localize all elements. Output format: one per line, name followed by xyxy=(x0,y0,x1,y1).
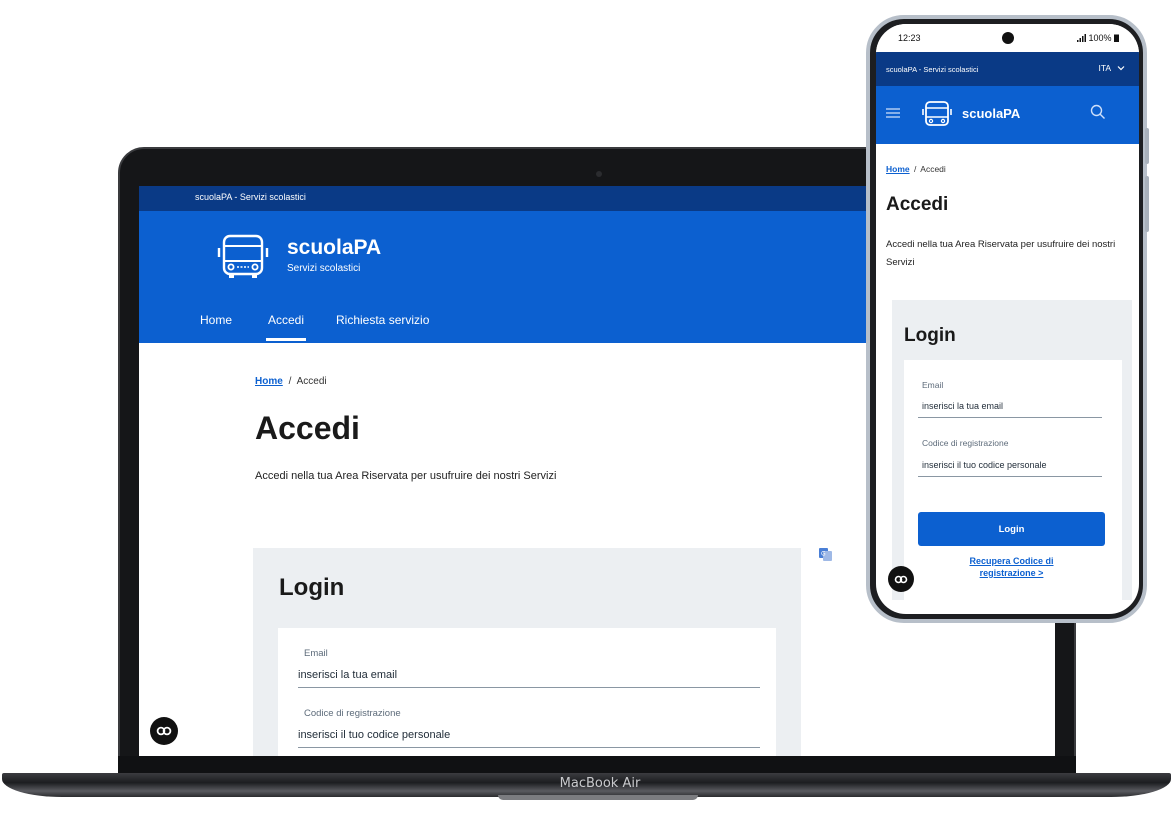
laptop-notch xyxy=(498,795,698,800)
phone-code-field[interactable]: inserisci il tuo codice personale xyxy=(918,455,1102,477)
login-card: Login Email inserisci la tua email Codic… xyxy=(253,548,801,756)
page-title: Accedi xyxy=(255,410,360,446)
accessibility-badge-icon[interactable] xyxy=(888,566,914,592)
phone-status-bar: 12:23 100% xyxy=(876,24,1139,52)
code-field[interactable]: inserisci il tuo codice personale xyxy=(298,724,760,748)
brand-title[interactable]: scuolaPA xyxy=(287,236,381,260)
login-title: Login xyxy=(279,574,345,601)
phone-breadcrumb-home-link[interactable]: Home xyxy=(886,164,910,174)
email-field[interactable]: inserisci la tua email xyxy=(298,664,760,688)
accessibility-badge-icon[interactable] xyxy=(150,717,178,745)
phone-site-header: scuolaPA xyxy=(876,86,1139,144)
login-form: Email inserisci la tua email Codice di r… xyxy=(278,628,776,756)
laptop-brand-label: MacBook Air xyxy=(559,776,641,791)
laptop-camera xyxy=(596,171,602,177)
phone-page-title: Accedi xyxy=(886,194,949,215)
phone-topbar-text: scuolaPA - Servizi scolastici xyxy=(886,65,979,74)
phone-breadcrumb: Home / Accedi xyxy=(886,164,946,174)
bus-logo-icon[interactable] xyxy=(217,233,269,279)
menu-icon[interactable] xyxy=(886,106,900,120)
status-battery: 100% xyxy=(1076,33,1119,43)
nav-item-home[interactable]: Home xyxy=(200,313,232,341)
phone-screen: 12:23 100% scuolaPA - Servizi scolastici… xyxy=(876,24,1139,614)
phone-email-label: Email xyxy=(922,380,944,390)
battery-percent: 100% xyxy=(1088,33,1112,43)
brand-subtitle: Servizi scolastici xyxy=(287,263,361,274)
phone-brand-title[interactable]: scuolaPA xyxy=(962,106,1020,121)
language-selector[interactable]: ITA xyxy=(1099,63,1126,73)
phone-site-topbar: scuolaPA - Servizi scolastici ITA xyxy=(876,52,1139,86)
phone-page-description: Accedi nella tua Area Riservata per usuf… xyxy=(886,239,1116,268)
signal-icon xyxy=(1076,34,1086,42)
phone-login-card: Login Email inserisci la tua email Codic… xyxy=(892,300,1132,600)
login-button[interactable]: Login xyxy=(918,512,1105,546)
email-label: Email xyxy=(304,648,328,659)
phone-email-field[interactable]: inserisci la tua email xyxy=(918,396,1102,418)
phone-login-title: Login xyxy=(904,325,956,346)
status-time: 12:23 xyxy=(898,33,921,43)
recover-code-link-line1: Recupera Codice di xyxy=(969,556,1054,566)
breadcrumb-current: Accedi xyxy=(296,376,327,387)
svg-text:G: G xyxy=(821,551,826,558)
phone-breadcrumb-current: Accedi xyxy=(920,164,946,174)
language-label: ITA xyxy=(1098,63,1111,73)
phone-breadcrumb-separator: / xyxy=(914,164,917,174)
battery-icon xyxy=(1114,34,1119,42)
search-icon[interactable] xyxy=(1090,104,1106,120)
recover-code-link-line2: registrazione > xyxy=(979,568,1044,578)
breadcrumb-home-link[interactable]: Home xyxy=(255,376,283,387)
phone-code-label: Codice di registrazione xyxy=(922,438,1009,448)
nav-item-richiesta-servizio[interactable]: Richiesta servizio xyxy=(336,313,429,341)
breadcrumb-separator: / xyxy=(288,376,292,387)
chevron-down-icon xyxy=(1117,66,1125,71)
mockup-stage: scuolaPA - Servizi scolastici scuolaPA S… xyxy=(0,0,1173,813)
site-topbar-text: scuolaPA - Servizi scolastici xyxy=(195,192,306,202)
phone-login-form: Email inserisci la tua email Codice di r… xyxy=(904,360,1122,600)
translate-icon[interactable]: G xyxy=(819,548,832,561)
nav-item-accedi[interactable]: Accedi xyxy=(266,313,307,341)
page-description: Accedi nella tua Area Riservata per usuf… xyxy=(255,470,557,482)
recover-code-link[interactable]: Recupera Codice di registrazione > xyxy=(918,555,1105,579)
bus-logo-icon[interactable] xyxy=(922,100,952,128)
code-label: Codice di registrazione xyxy=(304,708,401,719)
front-camera xyxy=(1002,32,1014,44)
breadcrumb: Home / Accedi xyxy=(255,376,327,387)
phone-volume-button xyxy=(1145,128,1149,164)
phone-power-button xyxy=(1145,176,1149,232)
